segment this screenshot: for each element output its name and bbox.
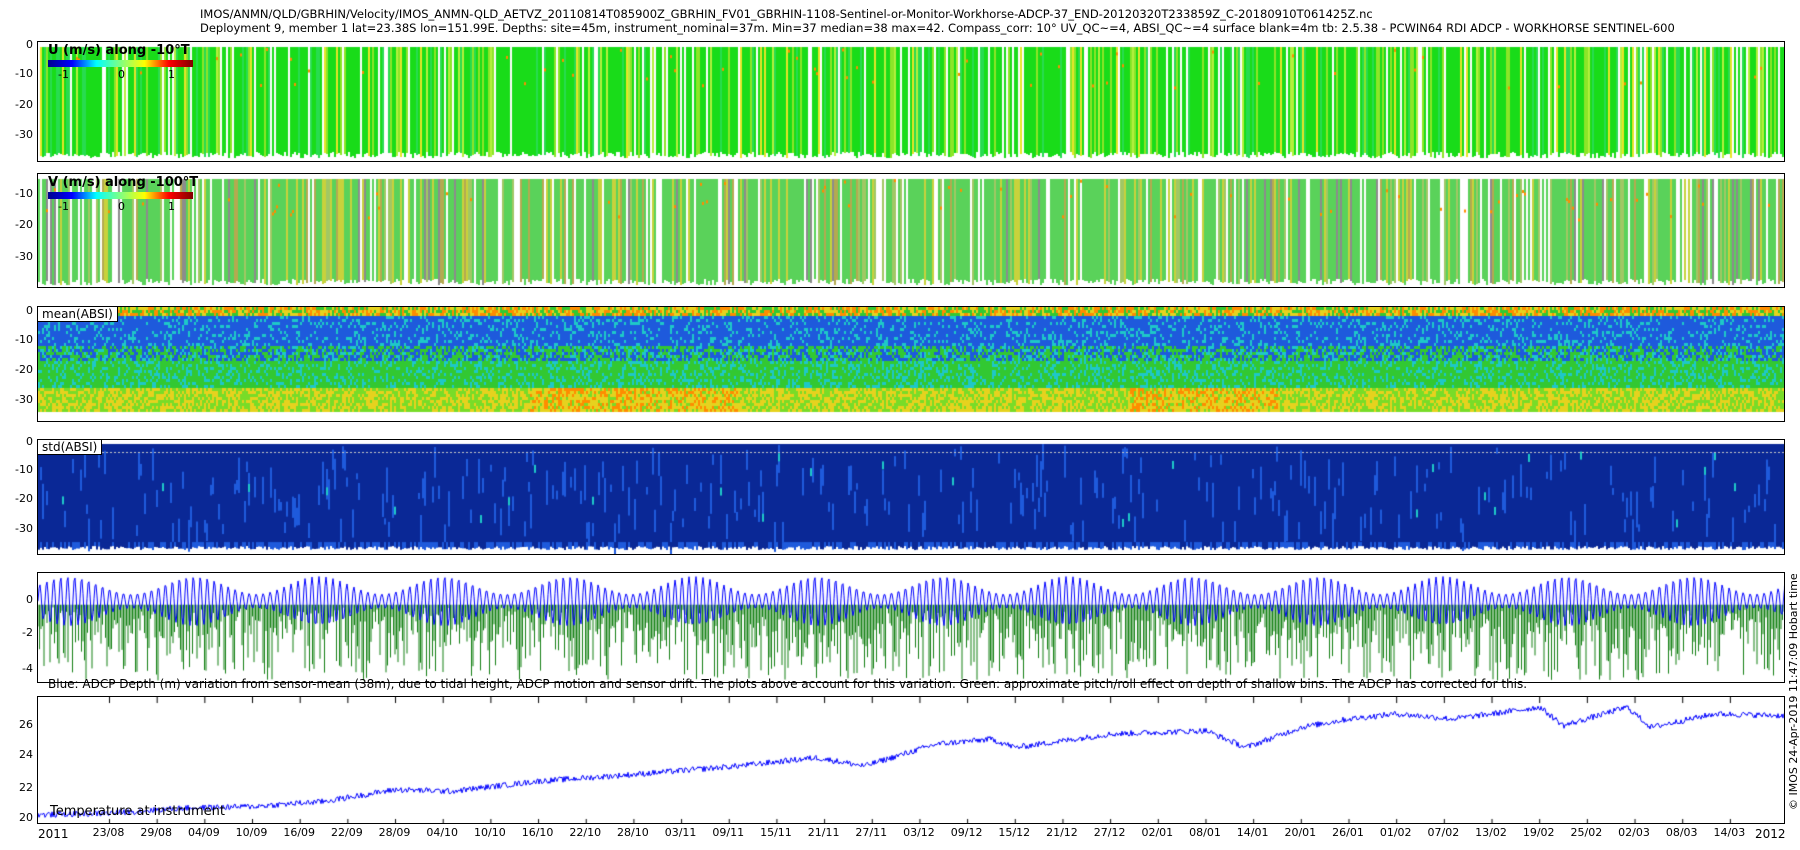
x-tick-label: 01/02: [1379, 826, 1412, 839]
x-tick-label: 10/09: [235, 826, 268, 839]
x-tick-label: 26/01: [1332, 826, 1364, 839]
y-tick-label: -20: [15, 492, 33, 506]
panel-label: U (m/s) along -10°T: [48, 43, 190, 58]
colorbar-tick-label: -1: [58, 200, 69, 213]
x-tick-label: 19/02: [1522, 826, 1555, 839]
y-tick-label: -10: [15, 463, 33, 477]
y-tick-label: -30: [15, 392, 33, 406]
y-tick-label: -20: [15, 217, 33, 231]
x-tick-label: 27/12: [1093, 826, 1126, 839]
x-tick-label: 15/11: [760, 826, 792, 839]
colorbar-tick-label: 1: [168, 68, 175, 81]
temperature-panel: [37, 696, 1785, 824]
colorbar: [48, 192, 193, 199]
std-absi-panel: [37, 439, 1785, 555]
x-tick-label: 28/10: [617, 826, 649, 839]
panel-label: mean(ABSI): [37, 306, 118, 322]
panel-label: V (m/s) along -100°T: [48, 175, 199, 190]
x-tick-label: 08/01: [1189, 826, 1221, 839]
x-tick-label: 15/12: [998, 826, 1031, 839]
y-tick-label: 26: [19, 718, 33, 732]
panel-label: Temperature at instrument: [50, 804, 225, 819]
depth-variation-note: Blue: ADCP Depth (m) variation from sens…: [48, 677, 1528, 691]
y-tick-label: -4: [22, 661, 33, 675]
y-tick-label: 0: [26, 37, 33, 51]
year-label-left: 2011: [38, 827, 69, 841]
x-tick-label: 04/10: [426, 826, 459, 839]
x-tick-label: 16/10: [521, 826, 554, 839]
x-tick-label: 09/12: [950, 826, 983, 839]
depth-variation-panel-canvas: [38, 573, 1784, 682]
chart-title: IMOS/ANMN/QLD/GBRHIN/Velocity/IMOS_ANMN-…: [200, 7, 1373, 21]
depth-variation-panel: [37, 572, 1785, 683]
year-label-right: 2012: [1755, 827, 1786, 841]
x-tick-label: 16/09: [283, 826, 316, 839]
y-tick-label: 0: [26, 303, 33, 317]
x-tick-label: 28/09: [378, 826, 411, 839]
y-tick-label: -10: [15, 66, 33, 80]
colorbar-tick-label: 0: [118, 200, 125, 213]
x-tick-label: 22/10: [569, 826, 602, 839]
x-tick-label: 27/11: [855, 826, 888, 839]
x-tick-label: 07/02: [1427, 826, 1460, 839]
x-tick-label: 02/03: [1618, 826, 1650, 839]
y-tick-label: -20: [15, 98, 33, 112]
y-tick-label: -20: [15, 362, 33, 376]
x-tick-label: 08/03: [1665, 826, 1698, 839]
y-tick-label: 20: [19, 810, 33, 824]
y-tick-label: 22: [19, 781, 33, 795]
y-tick-label: -30: [15, 249, 33, 263]
mean-absi-panel: [37, 306, 1785, 422]
colorbar-tick-label: 1: [168, 200, 175, 213]
copyright-timestamp: © IMOS 24-Apr-2019 11:47:09 Hobart time: [1787, 573, 1800, 810]
colorbar-tick-label: -1: [58, 68, 69, 81]
u-velocity-panel: [37, 41, 1785, 162]
x-tick-label: 04/09: [187, 826, 220, 839]
y-tick-label: 0: [26, 435, 33, 449]
x-tick-label: 03/11: [664, 826, 697, 839]
panel-label: std(ABSI): [37, 439, 103, 455]
x-tick-label: 22/09: [331, 826, 363, 839]
x-tick-label: 23/08: [92, 826, 125, 839]
chart-subtitle: Deployment 9, member 1 lat=23.38S lon=15…: [200, 21, 1675, 35]
x-tick-label: 02/01: [1141, 826, 1174, 839]
x-tick-label: 29/08: [140, 826, 173, 839]
colorbar-tick-label: 0: [118, 68, 125, 81]
y-tick-label: 24: [19, 747, 33, 761]
x-tick-label: 13/02: [1475, 826, 1507, 839]
v-velocity-panel-canvas: [38, 174, 1784, 287]
y-tick-label: -30: [15, 522, 33, 536]
x-tick-label: 14/01: [1236, 826, 1269, 839]
x-tick-label: 10/10: [474, 826, 506, 839]
x-tick-label: 25/02: [1570, 826, 1603, 839]
x-tick-label: 03/12: [903, 826, 935, 839]
colorbar: [48, 60, 193, 67]
x-tick-label: 20/01: [1284, 826, 1317, 839]
y-tick-label: -10: [15, 332, 33, 346]
y-tick-label: -2: [22, 626, 33, 640]
u-velocity-panel-canvas: [38, 42, 1784, 161]
std-absi-panel-canvas: [38, 440, 1784, 554]
x-tick-label: 21/12: [1046, 826, 1078, 839]
x-tick-label: 14/03: [1713, 826, 1746, 839]
y-tick-label: -30: [15, 128, 33, 142]
v-velocity-panel: [37, 173, 1785, 288]
y-tick-label: -10: [15, 186, 33, 200]
x-tick-label: 21/11: [807, 826, 840, 839]
temperature-panel-canvas: [38, 697, 1784, 823]
y-tick-label: 0: [26, 592, 33, 606]
mean-absi-panel-canvas: [38, 307, 1784, 421]
x-tick-label: 09/11: [712, 826, 745, 839]
